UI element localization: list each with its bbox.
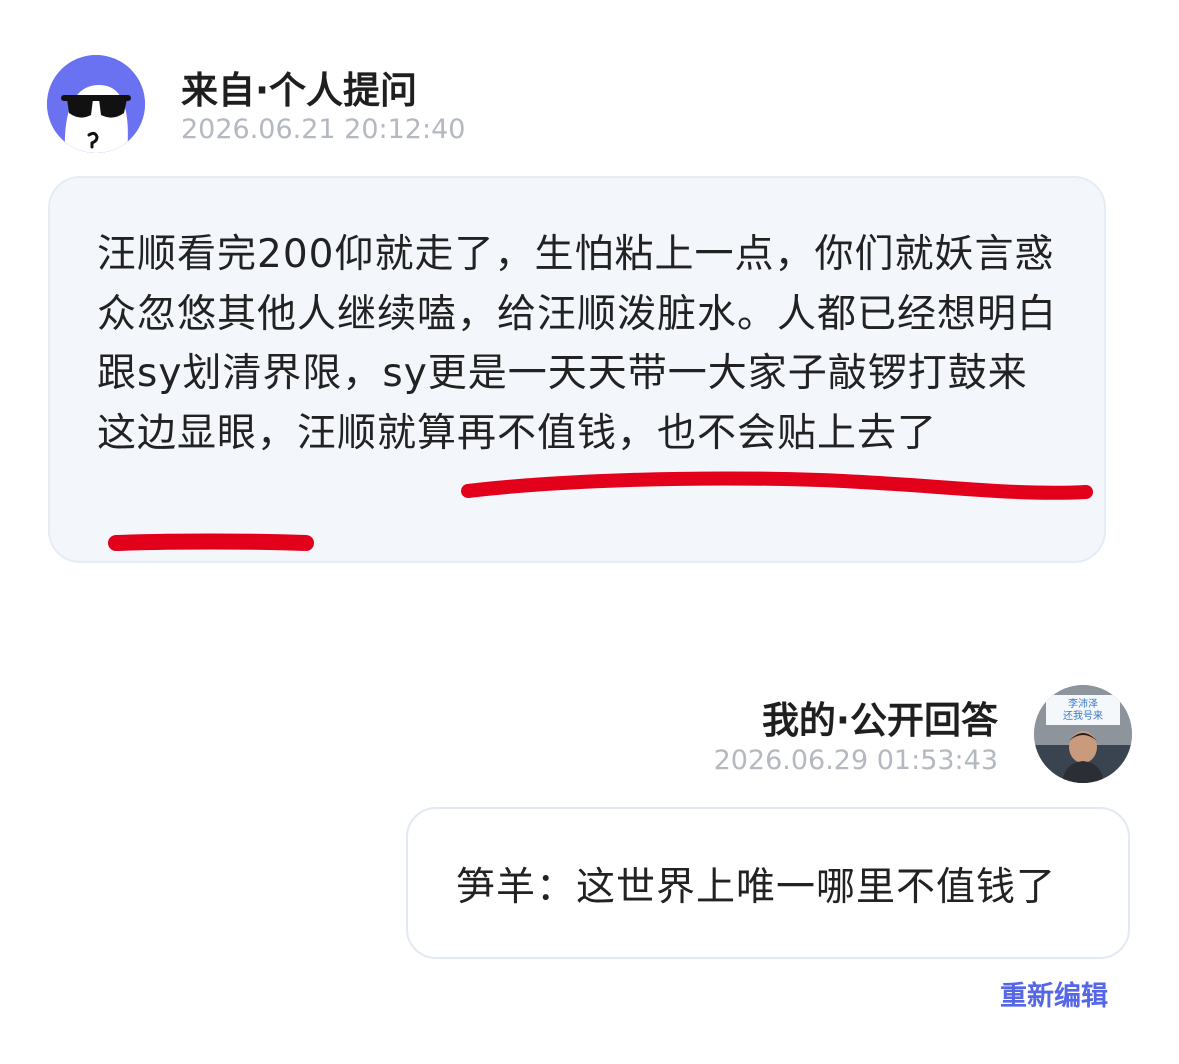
svg-text:李沛泽: 李沛泽: [1068, 697, 1098, 710]
questioner-avatar[interactable]: [47, 55, 145, 153]
answer-title: 我的·公开回答: [761, 699, 998, 742]
svg-text:还我号来: 还我号来: [1063, 710, 1103, 722]
re-edit-button[interactable]: 重新编辑: [1000, 974, 1108, 1013]
answer-timestamp: 2026.06.29 01:53:43: [713, 745, 998, 776]
person-photo-icon: 李沛泽 还我号来: [1034, 685, 1132, 783]
answer-text: 笋羊：这世界上唯一哪里不值钱了: [456, 865, 1057, 910]
question-timestamp: 2026.06.21 20:12:40: [181, 114, 466, 145]
question-text: 汪顺看完200仰就走了，生怕粘上一点，你们就妖言惑众忽悠其他人继续嗑，给汪顺泼脏…: [97, 232, 1058, 456]
answerer-avatar[interactable]: 李沛泽 还我号来: [1034, 685, 1132, 783]
sunglasses-ghost-icon: [47, 55, 145, 153]
question-title: 来自·个人提问: [181, 69, 418, 112]
